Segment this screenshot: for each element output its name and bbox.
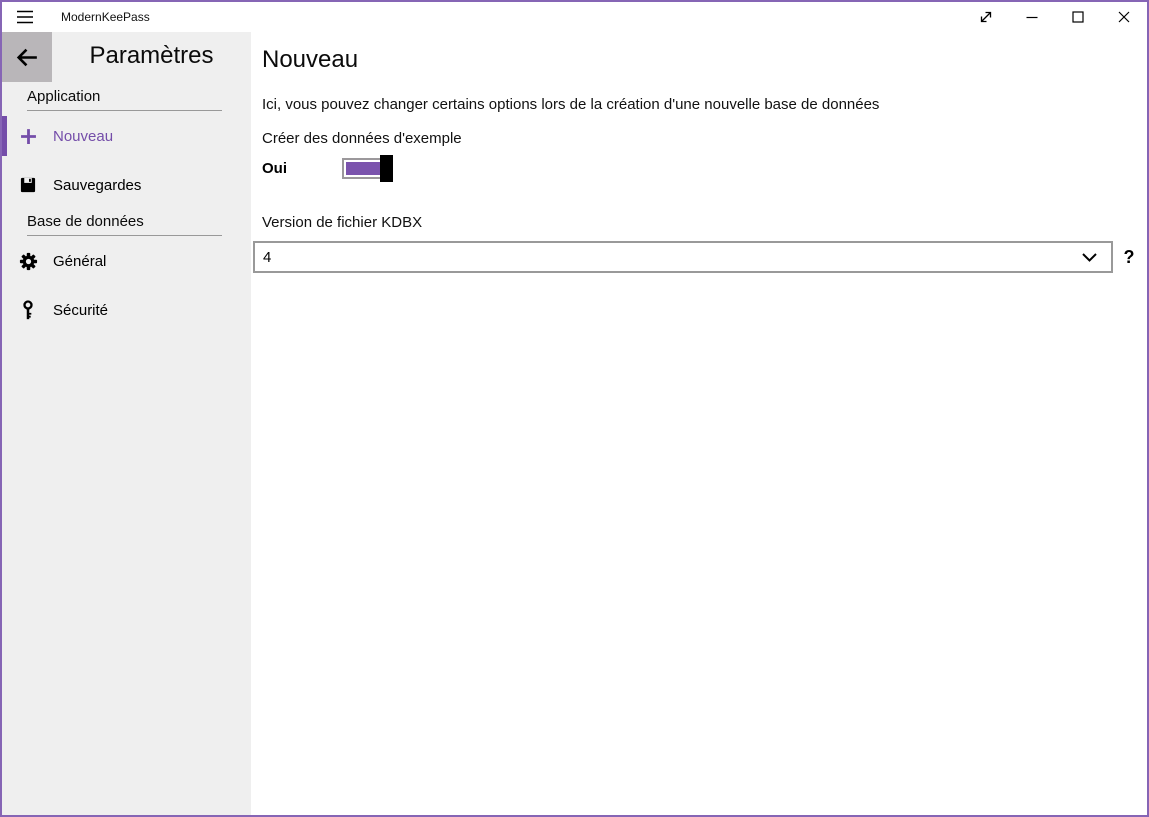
fullscreen-button[interactable] — [963, 2, 1009, 32]
titlebar: ModernKeePass — [2, 2, 1147, 32]
app-window: ModernKeePass — [0, 0, 1149, 817]
minimize-icon — [1025, 10, 1039, 24]
maximize-icon — [1071, 10, 1085, 24]
sidebar-item-securite[interactable]: Sécurité — [2, 290, 251, 330]
sidebar-item-label: Général — [53, 253, 106, 270]
sidebar-item-label: Nouveau — [53, 128, 113, 145]
combo-selected-value: 4 — [263, 249, 1082, 266]
minimize-button[interactable] — [1009, 2, 1055, 32]
back-button[interactable] — [2, 32, 52, 82]
sample-data-toggle-row: Oui — [262, 155, 1139, 182]
chevron-down-icon — [1082, 253, 1097, 262]
close-icon — [1117, 10, 1131, 24]
section-label: Application — [27, 88, 100, 105]
fullscreen-icon — [978, 9, 994, 25]
sidebar-item-sauvegardes[interactable]: Sauvegardes — [2, 165, 251, 205]
sidebar-item-general[interactable]: Général — [2, 241, 251, 281]
help-indicator[interactable]: ? — [1122, 247, 1136, 268]
sidebar-item-label: Sécurité — [53, 302, 108, 319]
plus-icon — [17, 125, 39, 147]
section-label: Base de données — [27, 213, 144, 230]
hamburger-menu-button[interactable] — [15, 9, 35, 25]
page-title: Nouveau — [262, 45, 1139, 75]
save-icon — [17, 174, 39, 196]
hamburger-icon — [16, 10, 34, 24]
back-arrow-icon — [14, 44, 41, 71]
sidebar-item-label: Sauvegardes — [53, 177, 141, 194]
toggle-thumb[interactable] — [380, 155, 393, 182]
key-icon — [17, 299, 39, 321]
sidebar-item-nouveau[interactable]: Nouveau — [2, 116, 251, 156]
settings-title: Paramètres — [52, 32, 251, 82]
page-description: Ici, vous pouvez changer certains option… — [262, 96, 1139, 113]
maximize-button[interactable] — [1055, 2, 1101, 32]
window-controls — [963, 2, 1147, 32]
sidebar-header: Paramètres — [2, 32, 251, 82]
kdbx-version-row: 4 ? — [253, 241, 1139, 273]
settings-panel: Nouveau Ici, vous pouvez changer certain… — [251, 32, 1147, 815]
gear-icon — [17, 250, 39, 272]
kdbx-version-select[interactable]: 4 — [253, 241, 1113, 273]
section-header-application: Application — [27, 88, 222, 111]
sample-data-toggle[interactable] — [342, 158, 393, 179]
app-title: ModernKeePass — [61, 10, 150, 24]
section-header-base-de-donnees: Base de données — [27, 213, 222, 236]
kdbx-version-label: Version de fichier KDBX — [262, 214, 1139, 231]
close-button[interactable] — [1101, 2, 1147, 32]
settings-sidebar: Paramètres Application Nouveau — [2, 32, 251, 815]
sample-data-label: Créer des données d'exemple — [262, 130, 1139, 147]
toggle-state-label: Oui — [262, 160, 342, 177]
app-body: Paramètres Application Nouveau — [2, 32, 1147, 815]
